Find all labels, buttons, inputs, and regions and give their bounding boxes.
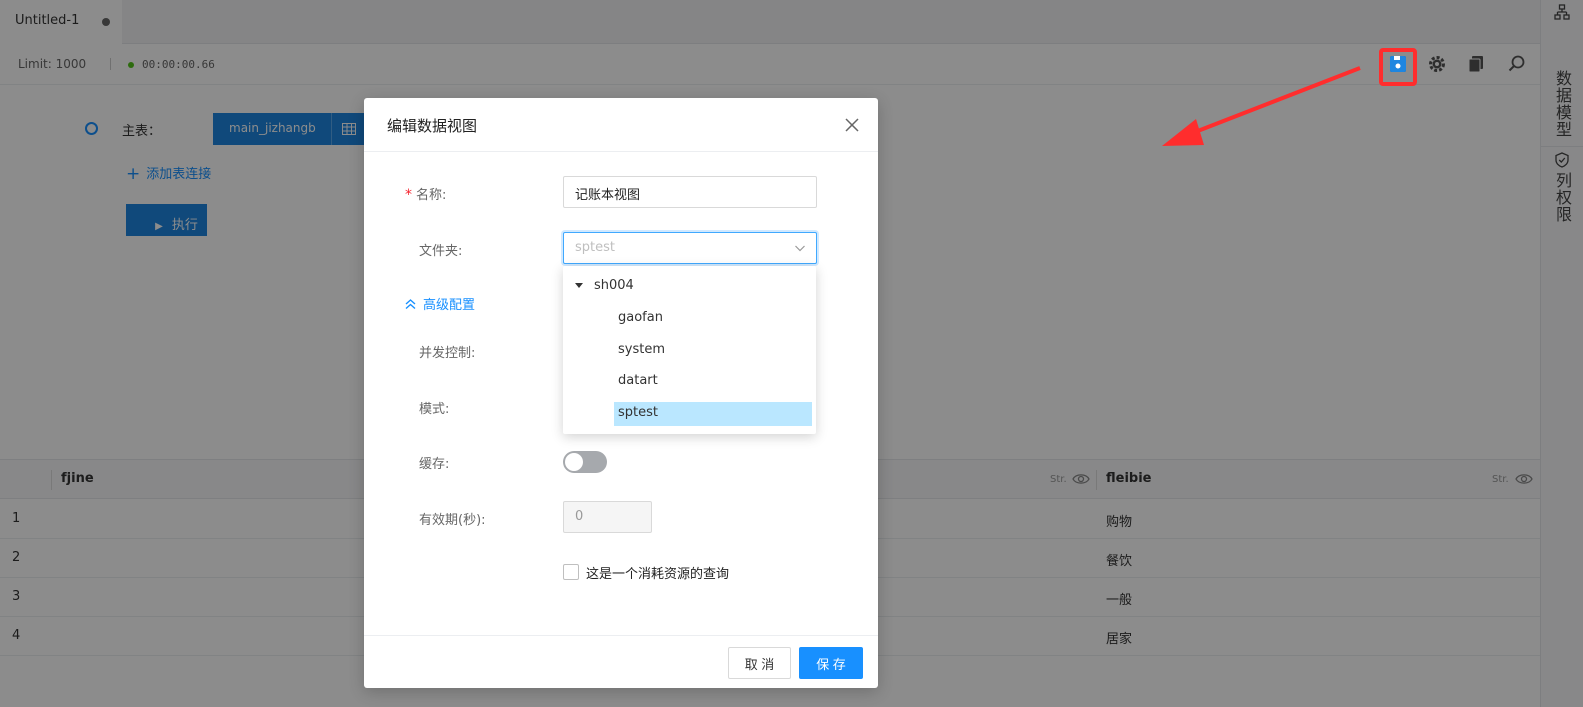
folder-tree-dropdown: sh004 gaofan system datart sptest xyxy=(563,266,816,434)
mode-label: 模式: xyxy=(419,402,450,417)
dialog-header: 编辑数据视图 xyxy=(364,98,878,152)
caret-down-icon[interactable] xyxy=(575,283,583,288)
double-chevron-up-icon xyxy=(404,298,417,314)
chevron-down-icon xyxy=(794,242,806,258)
tree-node-root[interactable]: sh004 xyxy=(590,275,634,299)
save-button[interactable]: 保 存 xyxy=(799,647,863,679)
folder-select[interactable]: sptest xyxy=(563,232,817,264)
required-asterisk: * xyxy=(405,187,412,203)
page: Untitled-1 Limit: 1000 00:00:00.66 数据模型 xyxy=(0,0,1583,707)
tree-node-system[interactable]: system xyxy=(614,339,812,363)
switch-knob xyxy=(565,453,583,471)
ttl-label: 有效期(秒): xyxy=(419,513,486,528)
cache-switch[interactable] xyxy=(563,451,607,473)
advanced-config-toggle[interactable]: 高级配置 xyxy=(404,294,475,314)
cache-label: 缓存: xyxy=(419,457,450,472)
name-label-text: 名称: xyxy=(416,188,447,203)
ttl-input-value: 0 xyxy=(575,509,584,524)
save-icon-highlighted[interactable] xyxy=(1387,53,1409,75)
heavy-query-label[interactable]: 这是一个消耗资源的查询 xyxy=(586,563,729,582)
tree-node-gaofan[interactable]: gaofan xyxy=(614,307,812,331)
side-backdrop xyxy=(1540,0,1583,707)
advanced-config-label: 高级配置 xyxy=(423,298,476,313)
concurrency-label: 并发控制: xyxy=(419,346,476,361)
name-input-value: 记账本视图 xyxy=(575,188,641,203)
dialog-title: 编辑数据视图 xyxy=(387,117,478,135)
name-label: * 名称: xyxy=(405,184,446,203)
tree-node-sptest-selected[interactable]: sptest xyxy=(614,402,812,426)
folder-label: 文件夹: xyxy=(419,244,463,259)
folder-select-value: sptest xyxy=(575,240,615,255)
cancel-button[interactable]: 取 消 xyxy=(728,647,791,679)
dialog-footer: 取 消 保 存 xyxy=(364,635,878,688)
name-input[interactable]: 记账本视图 xyxy=(563,176,817,208)
ttl-input[interactable]: 0 xyxy=(563,501,652,533)
close-icon[interactable] xyxy=(842,115,862,135)
tree-node-datart[interactable]: datart xyxy=(614,370,812,394)
heavy-query-checkbox[interactable] xyxy=(563,564,579,580)
